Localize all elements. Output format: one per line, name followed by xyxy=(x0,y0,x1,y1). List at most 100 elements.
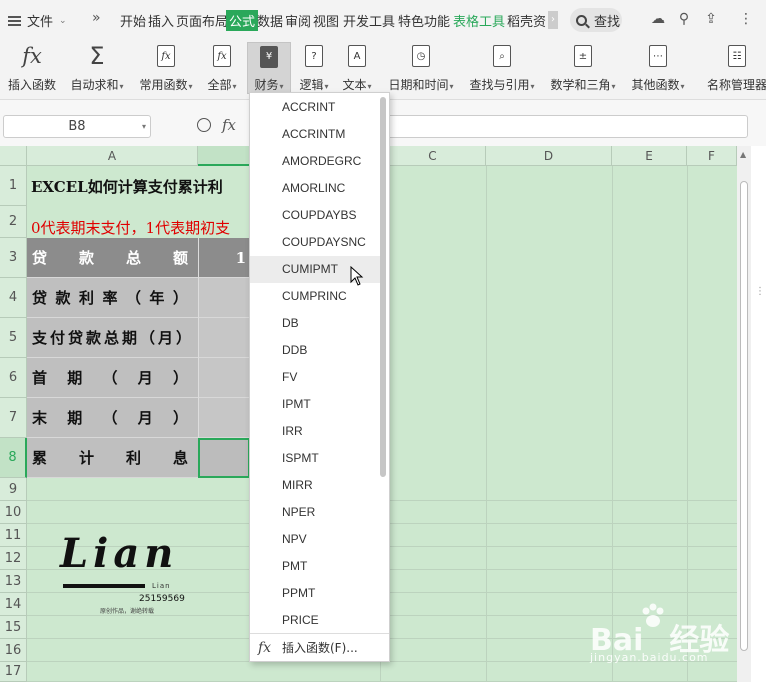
tab-data[interactable]: 数据 xyxy=(257,11,283,30)
menu-item-ddb[interactable]: DDB xyxy=(250,337,380,364)
tab-scroll-right-icon[interactable]: › xyxy=(548,11,558,29)
start-period-value[interactable] xyxy=(198,358,250,398)
menu-item-nper[interactable]: NPER xyxy=(250,499,380,526)
select-all-corner[interactable] xyxy=(0,146,27,166)
row-header[interactable]: 15 xyxy=(0,616,27,639)
finance-functions-button[interactable]: ¥ 财务▾ xyxy=(247,42,291,94)
row-header[interactable]: 10 xyxy=(0,501,27,524)
row-header[interactable]: 1 xyxy=(0,166,27,206)
common-functions-button[interactable]: fx 常用函数▾ xyxy=(136,42,196,94)
row-header[interactable]: 5 xyxy=(0,318,27,358)
tab-home[interactable]: 开始 xyxy=(120,11,146,30)
more-vertical-icon[interactable]: ⋮ xyxy=(738,11,754,27)
tab-formulas[interactable]: 公式 xyxy=(226,10,259,31)
column-header-b[interactable] xyxy=(198,146,250,166)
tab-view[interactable]: 视图 xyxy=(313,11,339,30)
row-header[interactable]: 2 xyxy=(0,206,27,238)
row-header[interactable]: 16 xyxy=(0,639,27,662)
row-header[interactable]: 3 xyxy=(0,238,27,278)
menu-item-db[interactable]: DB xyxy=(250,310,380,337)
scroll-thumb[interactable] xyxy=(740,181,748,651)
tab-developer[interactable]: 开发工具 xyxy=(343,11,395,30)
name-manager-button[interactable]: ☷ 名称管理器 xyxy=(707,42,766,94)
cumulative-interest-cell[interactable] xyxy=(198,438,250,478)
menu-item-coupdaysnc[interactable]: COUPDAYSNC xyxy=(250,229,380,256)
tab-insert[interactable]: 插入 xyxy=(148,11,174,30)
menu-item-ipmt[interactable]: IPMT xyxy=(250,391,380,418)
chevron-down-icon[interactable]: ▾ xyxy=(142,116,146,137)
row-header[interactable]: 4 xyxy=(0,278,27,318)
cumulative-interest-label[interactable]: 累计利息 xyxy=(27,438,198,478)
end-period-value[interactable] xyxy=(198,398,250,438)
column-header-e[interactable]: E xyxy=(612,146,687,166)
insert-function-button[interactable]: fx 插入函数 xyxy=(5,42,59,94)
name-box[interactable]: B8 ▾ xyxy=(3,115,151,138)
annual-rate-value[interactable] xyxy=(198,278,250,318)
column-header-c[interactable]: C xyxy=(380,146,486,166)
label-char: 月 xyxy=(137,409,153,427)
logic-functions-button[interactable]: ? 逻辑▾ xyxy=(297,42,331,94)
autosum-button[interactable]: Σ 自动求和▾ xyxy=(68,42,126,94)
tab-review[interactable]: 审阅 xyxy=(285,11,311,30)
tab-page-layout[interactable]: 页面布局 xyxy=(176,11,228,30)
menu-item-amorlinc[interactable]: AMORLINC xyxy=(250,175,380,202)
tab-special[interactable]: 特色功能 xyxy=(398,11,450,30)
row-header[interactable]: 6 xyxy=(0,358,27,398)
menu-item-fv[interactable]: FV xyxy=(250,364,380,391)
end-period-label[interactable]: 末 期 （ 月 ） xyxy=(27,398,198,438)
scroll-up-icon[interactable]: ▲ xyxy=(740,150,746,159)
loan-amount-value[interactable]: 1 xyxy=(198,238,250,278)
annual-rate-label[interactable]: 贷款利率 （ 年 ） xyxy=(27,278,198,318)
row-header[interactable]: 7 xyxy=(0,398,27,438)
menu-item-irr[interactable]: IRR xyxy=(250,418,380,445)
file-menu[interactable]: 文件 ⌄ xyxy=(8,11,67,30)
user-share-icon[interactable]: ⚲ xyxy=(676,11,692,27)
text-functions-button[interactable]: A 文本▾ xyxy=(340,42,374,94)
tab-docer[interactable]: 稻壳资 xyxy=(507,11,547,30)
menu-scrollbar[interactable] xyxy=(380,97,386,477)
math-functions-button[interactable]: ± 数学和三角▾ xyxy=(548,42,618,94)
note-cell[interactable]: 0代表期末支付，1代表期初支 xyxy=(31,217,249,237)
menu-item-price[interactable]: PRICE xyxy=(250,607,380,634)
more-vertical-icon[interactable]: ⋮ xyxy=(755,286,765,297)
share-icon[interactable]: ⇪ xyxy=(703,11,719,27)
menu-item-npv[interactable]: NPV xyxy=(250,526,380,553)
menu-item-amordegrc[interactable]: AMORDEGRC xyxy=(250,148,380,175)
lookup-functions-button[interactable]: ⌕ 查找与引用▾ xyxy=(467,42,537,94)
start-period-label[interactable]: 首 期 （ 月 ） xyxy=(27,358,198,398)
cloud-icon[interactable]: ☁ xyxy=(650,11,666,27)
title-cell[interactable]: EXCEL如何计算支付累计利 xyxy=(31,166,249,206)
other-functions-button[interactable]: ⋯ 其他函数▾ xyxy=(628,42,688,94)
row-header[interactable]: 8 xyxy=(0,438,27,478)
formula-input[interactable] xyxy=(385,115,748,138)
row-header[interactable]: 13 xyxy=(0,570,27,593)
column-header-d[interactable]: D xyxy=(486,146,612,166)
row-header[interactable]: 17 xyxy=(0,662,27,682)
insert-function-menu-item[interactable]: fx 插入函数(F)... xyxy=(250,636,389,660)
total-periods-value[interactable] xyxy=(198,318,250,358)
search-button[interactable]: 查找 xyxy=(570,8,622,32)
row-header[interactable]: 11 xyxy=(0,524,27,547)
menu-item-ppmt[interactable]: PPMT xyxy=(250,580,380,607)
loan-amount-label[interactable]: 贷款总额 xyxy=(27,238,198,278)
all-functions-button[interactable]: fx 全部▾ xyxy=(205,42,239,94)
datetime-functions-button[interactable]: ◷ 日期和时间▾ xyxy=(386,42,456,94)
row-header[interactable]: 9 xyxy=(0,478,27,501)
menu-item-mirr[interactable]: MIRR xyxy=(250,472,380,499)
vertical-scrollbar[interactable]: ▲ xyxy=(737,146,751,682)
menu-item-accrintm[interactable]: ACCRINTM xyxy=(250,121,380,148)
fx-icon[interactable]: fx xyxy=(222,116,236,134)
menu-item-coupdaybs[interactable]: COUPDAYBS xyxy=(250,202,380,229)
menu-item-pmt[interactable]: PMT xyxy=(250,553,380,580)
row-header[interactable]: 12 xyxy=(0,547,27,570)
zoom-icon[interactable] xyxy=(197,118,211,132)
menu-item-ispmt[interactable]: ISPMT xyxy=(250,445,380,472)
total-periods-label[interactable]: 支付贷款总期（月） xyxy=(27,318,198,358)
double-chevron-icon[interactable]: » xyxy=(92,10,101,26)
column-header-a[interactable]: A xyxy=(27,146,198,166)
tab-table-tools[interactable]: 表格工具 xyxy=(453,11,505,30)
row-header[interactable]: 14 xyxy=(0,593,27,616)
menu-item-accrint[interactable]: ACCRINT xyxy=(250,94,380,121)
column-header-f[interactable]: F xyxy=(687,146,737,166)
menu-item-cumprinc[interactable]: CUMPRINC xyxy=(250,283,380,310)
